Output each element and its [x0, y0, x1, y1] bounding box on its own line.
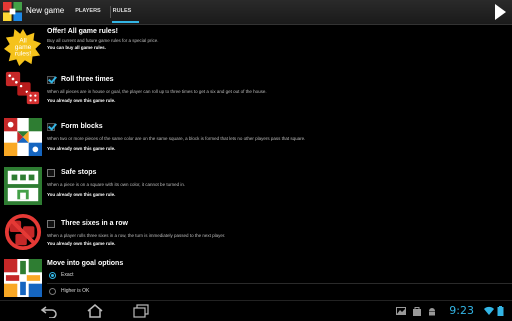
action-bar: New game PLAYERS RULES [0, 0, 512, 24]
rule-title: Form blocks [61, 123, 103, 130]
roll-three-times-checkbox[interactable] [47, 76, 55, 84]
app-title[interactable]: New game [26, 6, 64, 15]
rule-owned-note: You already own this game rule. [47, 192, 116, 197]
rule-owned-note: You already own this game rule. [47, 146, 116, 151]
form-blocks-checkbox[interactable] [47, 123, 55, 131]
play-icon[interactable] [495, 4, 506, 20]
gallery-icon [396, 307, 406, 315]
rule-description: When all pieces are in house or goal, th… [47, 89, 267, 94]
battery-icon [497, 306, 504, 316]
rule-roll-three-times[interactable]: Roll three times When all pieces are in … [0, 67, 512, 111]
rule-title: Roll three times [61, 76, 114, 83]
rule-owned-note: You already own this game rule. [47, 98, 116, 103]
goal-board-icon [4, 259, 42, 297]
badge-line-3: rules! [15, 51, 31, 58]
three-sixes-checkbox[interactable] [47, 220, 55, 228]
clock: 9:23 [449, 304, 474, 317]
wifi-icon [484, 306, 494, 315]
android-icon [429, 308, 435, 316]
goal-options-section: Move into goal options Exact Higher is O… [0, 257, 512, 299]
rule-description: When two or more pieces of the same colo… [47, 136, 306, 141]
safe-stops-checkbox[interactable] [47, 169, 55, 177]
rule-form-blocks[interactable]: Form blocks When two or more pieces of t… [0, 115, 512, 161]
goal-options-title: Move into goal options [47, 260, 124, 267]
offer-item[interactable]: All game rules! Offer! All game rules! B… [0, 25, 512, 66]
offer-title: Offer! All game rules! [47, 28, 118, 35]
goal-option-higher-label[interactable]: Higher is OK [61, 288, 89, 294]
app-logo-icon[interactable] [3, 2, 22, 21]
all-rules-badge-icon: All game rules! [4, 28, 42, 66]
system-nav-bar: 9:23 [0, 300, 512, 321]
recent-apps-icon[interactable] [132, 304, 150, 318]
dice-icon [5, 71, 40, 105]
shopping-bag-icon [413, 307, 421, 316]
no-three-sixes-icon [4, 213, 42, 251]
tab-selected-indicator [112, 21, 139, 23]
goal-option-exact-radio[interactable] [49, 272, 56, 279]
rule-description: When a piece is on a square with its own… [47, 182, 186, 187]
offer-note: You can buy all game rules. [47, 45, 106, 50]
board-blocks-icon [4, 118, 42, 156]
rule-three-sixes[interactable]: Three sixes in a row When a player rolls… [0, 211, 512, 255]
rule-owned-note: You already own this game rule. [47, 241, 116, 246]
back-icon[interactable] [40, 304, 58, 318]
rule-safe-stops[interactable]: Safe stops When a piece is on a square w… [0, 165, 512, 209]
goal-option-exact-label[interactable]: Exact [61, 272, 74, 278]
home-icon[interactable] [86, 304, 104, 318]
rule-description: When a player rolls three sixes in a row… [47, 233, 226, 238]
goal-option-higher-radio[interactable] [49, 288, 56, 295]
rule-title: Safe stops [61, 169, 97, 176]
rules-list[interactable]: All game rules! Offer! All game rules! B… [0, 25, 512, 299]
divider [47, 283, 512, 284]
rule-title: Three sixes in a row [61, 220, 128, 227]
tab-players[interactable]: PLAYERS [66, 0, 110, 24]
safe-stop-icon [4, 167, 42, 205]
offer-description: Buy all current and future game rules fo… [47, 38, 159, 43]
